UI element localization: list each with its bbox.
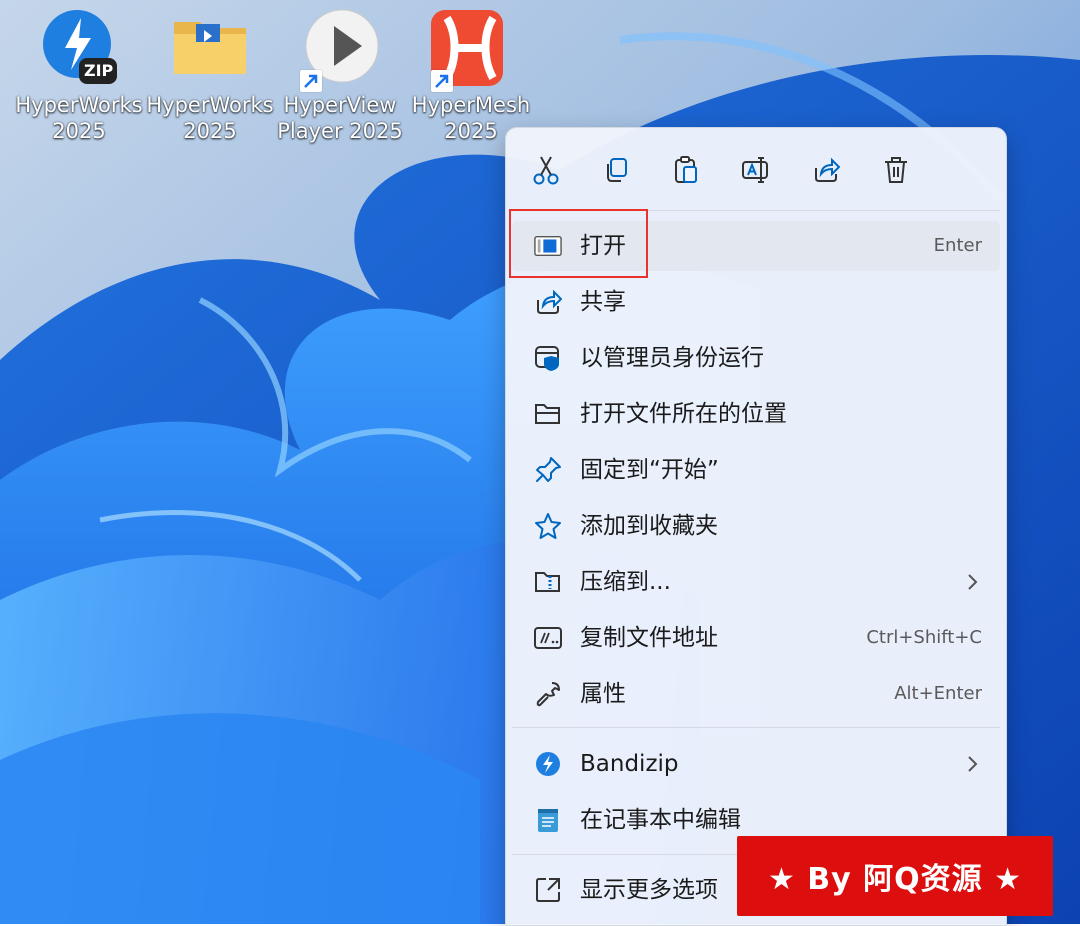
delete-button[interactable] [874, 148, 918, 192]
menu-item-label: 压缩到... [580, 569, 671, 595]
icon-label-line1: HyperMesh [411, 93, 531, 117]
icon-label-line1: HyperWorks [146, 93, 274, 117]
watermark-banner: ★ By 阿Q资源 ★ [737, 836, 1053, 916]
menu-item-copy-as-path[interactable]: 复制文件地址 Ctrl+Shift+C [512, 613, 1000, 663]
zip-folder-icon [534, 568, 562, 596]
shield-icon [534, 344, 562, 372]
menu-item-label: 复制文件地址 [580, 625, 718, 651]
menu-item-share[interactable]: 共享 [512, 277, 1000, 327]
menu-item-run-as-admin[interactable]: 以管理员身份运行 [512, 333, 1000, 383]
cut-button[interactable] [524, 148, 568, 192]
menu-item-compress-to[interactable]: 压缩到... [512, 557, 1000, 607]
notepad-icon [534, 806, 562, 834]
hypermesh-logo-icon [431, 8, 511, 92]
zip-badge: ZIP [84, 61, 114, 80]
play-button-icon [300, 8, 380, 92]
delete-icon [885, 157, 907, 183]
desktop-icon-hyperview-player[interactable]: HyperView Player 2025 [275, 8, 405, 148]
share-icon [815, 157, 840, 182]
icon-label-line1: HyperView [283, 93, 397, 117]
chevron-right-icon [968, 574, 978, 590]
bandizip-icon [534, 750, 562, 778]
cut-icon [533, 156, 559, 185]
copy-path-icon [534, 624, 562, 652]
rename-icon [742, 157, 768, 183]
menu-item-label: 添加到收藏夹 [580, 513, 718, 539]
menu-item-label: 在记事本中编辑 [580, 807, 741, 833]
menu-item-add-to-favorites[interactable]: 添加到收藏夹 [512, 501, 1000, 551]
menu-item-label: 共享 [580, 289, 626, 315]
icon-label-line2: Player 2025 [277, 119, 403, 143]
more-options-icon [534, 876, 562, 904]
highlight-box [509, 209, 648, 278]
menu-item-shortcut: Enter [933, 235, 982, 256]
folder-icon [170, 8, 250, 88]
star-icon [534, 512, 562, 540]
copy-icon [607, 158, 627, 182]
icon-label-line1: HyperWorks [15, 93, 143, 117]
folder-open-icon [534, 400, 562, 428]
menu-item-shortcut: Ctrl+Shift+C [866, 627, 982, 648]
pin-icon [534, 456, 562, 484]
bandizip-zip-icon: ZIP [39, 8, 119, 88]
context-menu-toolbar [506, 128, 1006, 210]
icon-label-line2: 2025 [183, 119, 237, 143]
menu-item-label: 以管理员身份运行 [580, 345, 764, 371]
watermark-text: ★ By 阿Q资源 ★ [767, 862, 1023, 897]
menu-item-pin-to-start[interactable]: 固定到“开始” [512, 445, 1000, 495]
desktop-icon-hyperworks-folder[interactable]: HyperWorks 2025 [145, 8, 275, 148]
rename-button[interactable] [734, 148, 778, 192]
desktop-icon-hyperworks-zip[interactable]: ZIP HyperWorks 2025 [14, 8, 144, 148]
menu-item-label: 固定到“开始” [580, 457, 719, 483]
menu-item-label: Bandizip [580, 751, 679, 777]
menu-item-shortcut: Alt+Enter [894, 683, 982, 704]
shortcut-arrow-icon [300, 70, 322, 92]
menu-item-properties[interactable]: 属性 Alt+Enter [512, 669, 1000, 719]
paste-icon [675, 156, 697, 183]
shortcut-arrow-icon [431, 70, 453, 92]
wrench-icon [534, 680, 562, 708]
menu-item-bandizip[interactable]: Bandizip [512, 739, 1000, 789]
copy-button[interactable] [594, 148, 638, 192]
menu-item-label: 打开文件所在的位置 [580, 401, 787, 427]
menu-item-label: 显示更多选项 [580, 877, 718, 903]
menu-divider [512, 727, 1000, 728]
chevron-right-icon [968, 756, 978, 772]
share-icon [534, 288, 562, 316]
icon-label-line2: 2025 [52, 119, 106, 143]
menu-item-label: 属性 [580, 681, 626, 707]
share-button[interactable] [804, 148, 848, 192]
paste-button[interactable] [664, 148, 708, 192]
menu-item-open-file-location[interactable]: 打开文件所在的位置 [512, 389, 1000, 439]
